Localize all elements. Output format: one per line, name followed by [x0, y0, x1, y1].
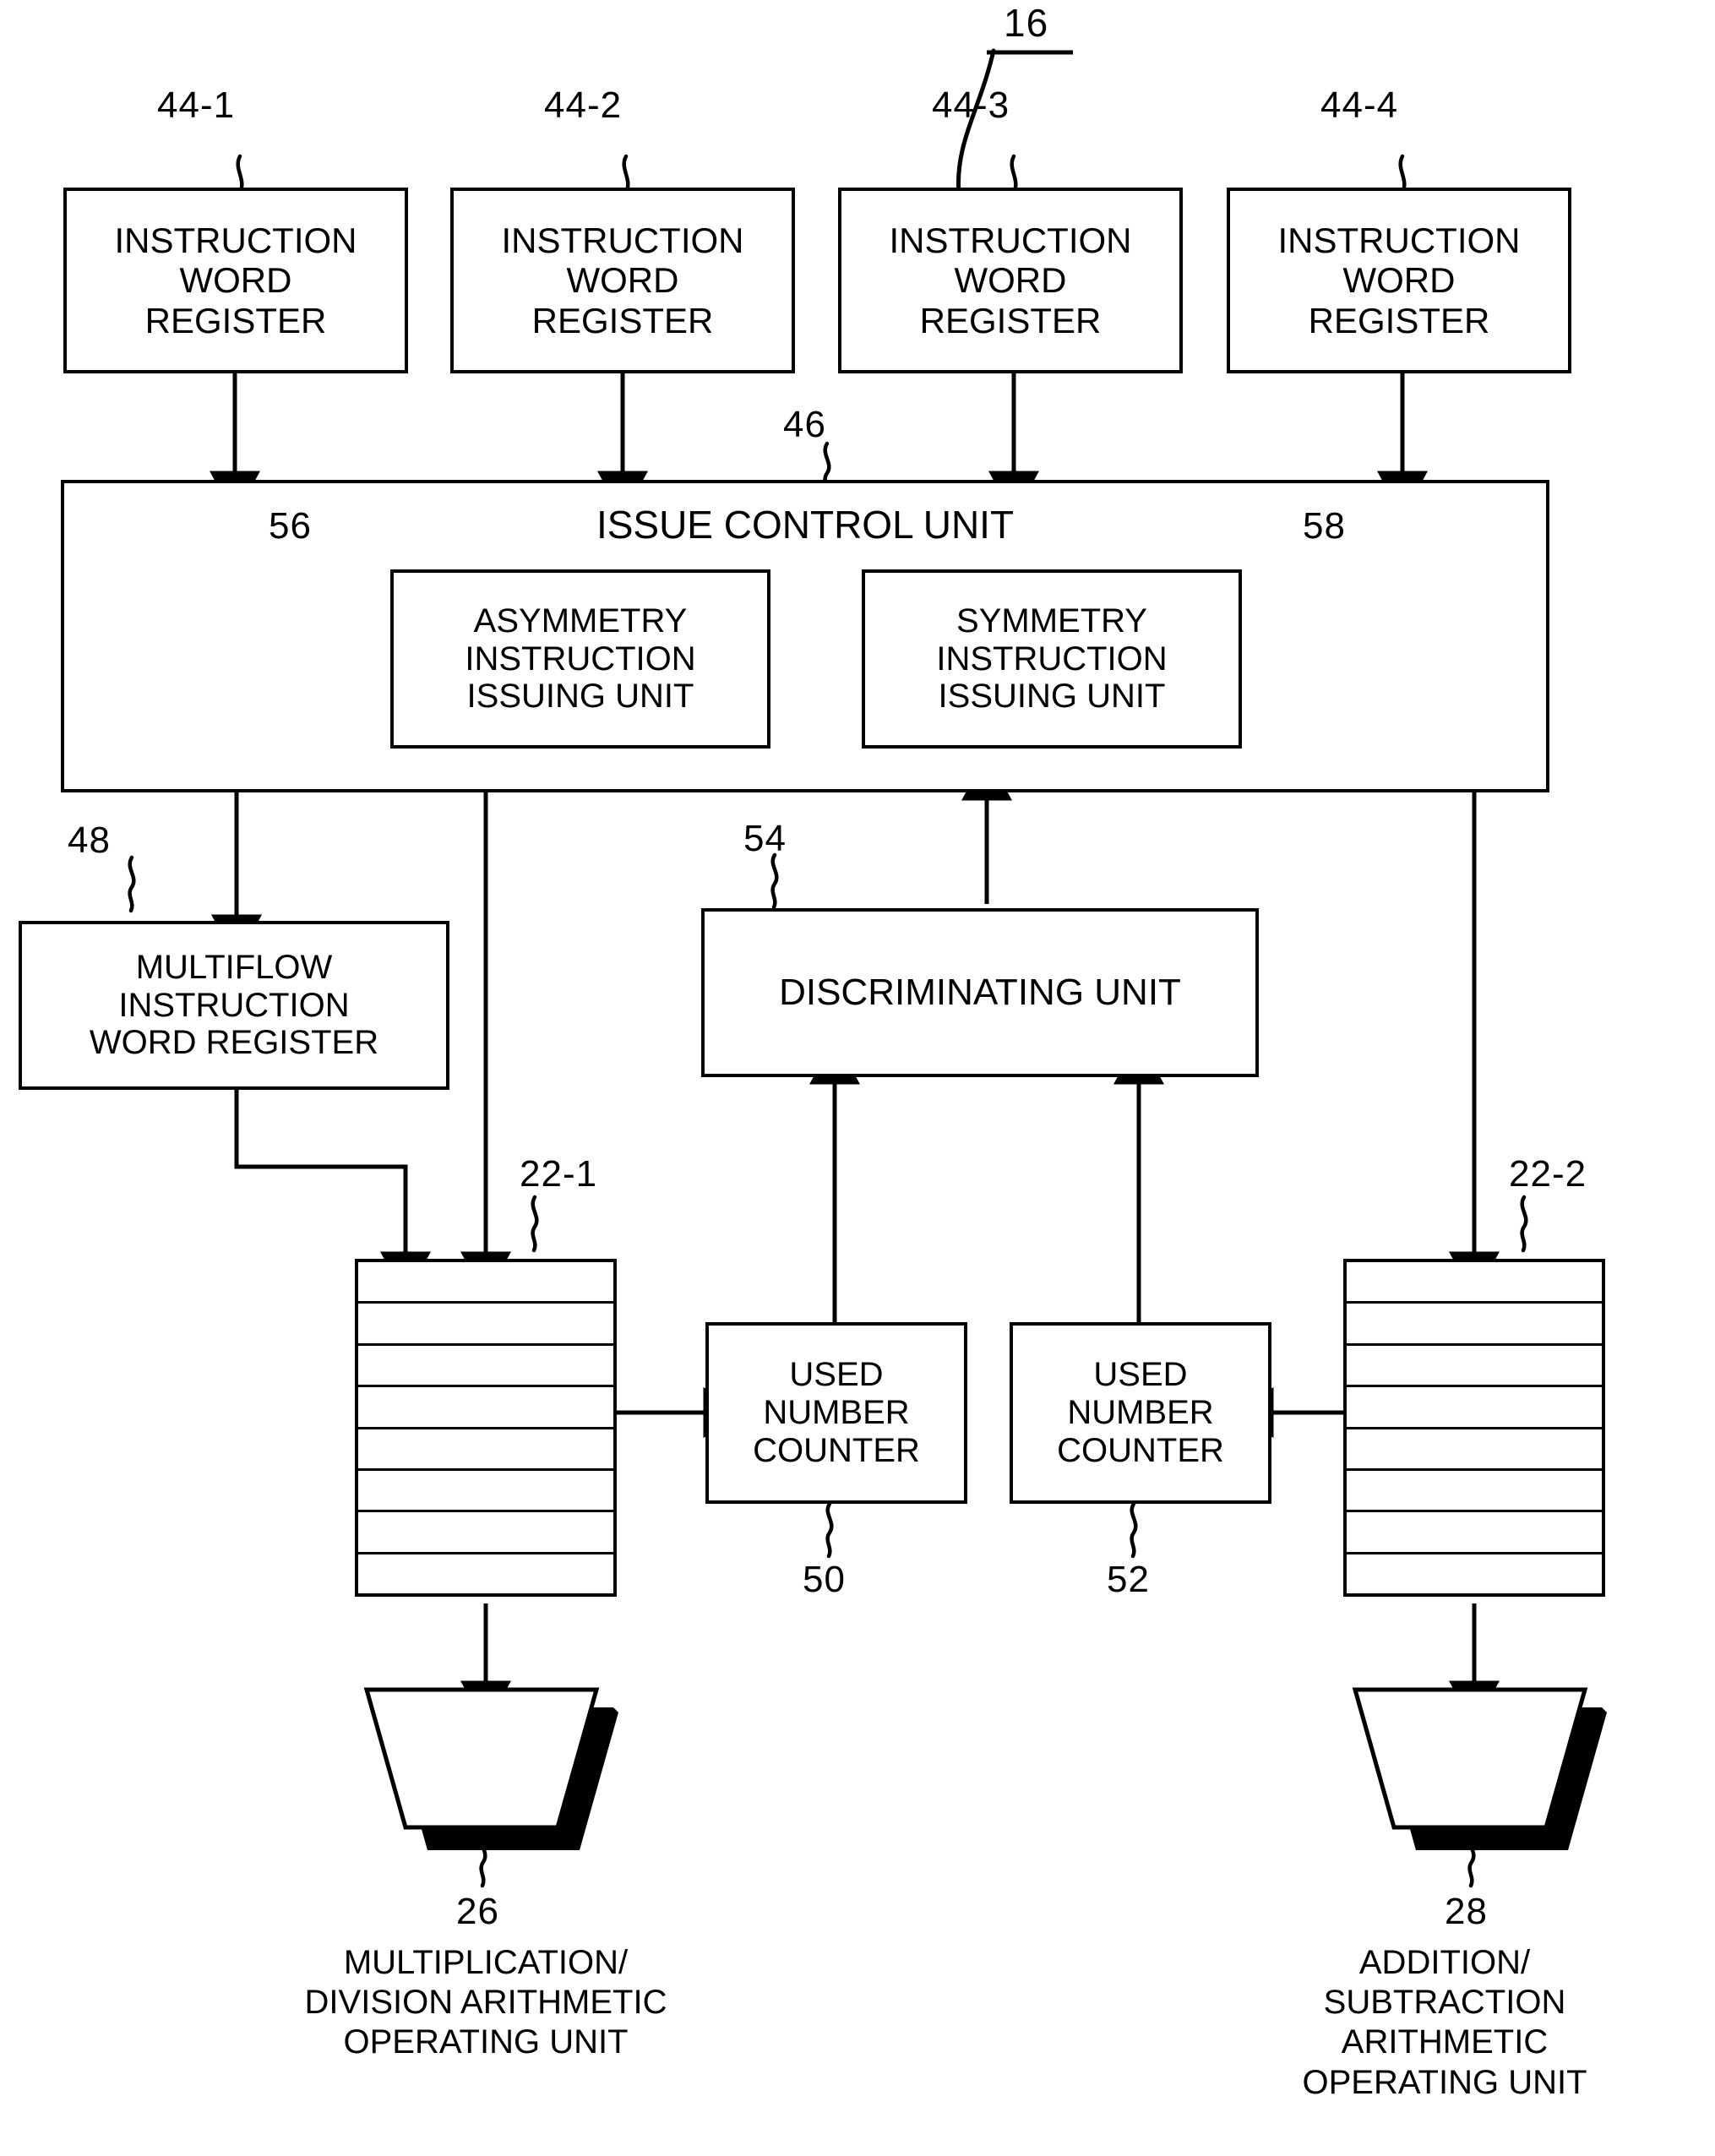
alu-26-caption-line-1: MULTIPLICATION/	[343, 1944, 629, 1981]
counter-52-line-2: NUMBER	[1067, 1394, 1214, 1432]
stack-row	[358, 1345, 613, 1388]
stack-row	[358, 1554, 613, 1593]
iwr-4-line-2: WORD	[1342, 260, 1456, 301]
ref-22-1: 22-1	[520, 1153, 598, 1195]
ref-54: 54	[743, 818, 787, 859]
stack-row	[358, 1387, 613, 1429]
ref-22-2: 22-2	[1509, 1153, 1587, 1195]
ref-44-3: 44-3	[932, 84, 1010, 126]
instruction-word-register-3: INSTRUCTION WORD REGISTER	[838, 188, 1188, 378]
used-number-counter-50: USED NUMBER COUNTER	[705, 1322, 972, 1509]
stack-row	[358, 1429, 613, 1471]
ref-44-4: 44-4	[1320, 84, 1399, 126]
ref-52: 52	[1107, 1559, 1150, 1600]
stack-row	[1347, 1429, 1602, 1471]
iwr-3-line-2: WORD	[954, 260, 1067, 301]
symmetry-unit-line-1: SYMMETRY	[956, 602, 1147, 640]
counter-50-line-1: USED	[789, 1356, 884, 1394]
asymmetry-unit-line-2: INSTRUCTION	[465, 640, 696, 678]
counter-50-line-3: COUNTER	[753, 1431, 920, 1469]
alu-28-caption-line-3: ARITHMETIC	[1341, 2023, 1549, 2061]
iwr-3-line-1: INSTRUCTION	[889, 220, 1132, 261]
asymmetry-unit-line-1: ASYMMETRY	[473, 602, 688, 640]
alu-add-sub-caption: ADDITION/ SUBTRACTION ARITHMETIC OPERATI…	[1183, 1943, 1707, 2103]
stack-row	[358, 1262, 613, 1304]
register-stack-22-1	[355, 1259, 622, 1602]
alu-add-sub-shape	[1352, 1687, 1607, 1850]
stack-row	[358, 1470, 613, 1513]
stack-row	[1347, 1554, 1602, 1593]
counter-52-line-3: COUNTER	[1057, 1431, 1224, 1469]
alu-mult-div-caption: MULTIPLICATION/ DIVISION ARITHMETIC OPER…	[173, 1943, 798, 2063]
stack-row	[1347, 1304, 1602, 1346]
discriminating-unit-title: DISCRIMINATING UNIT	[779, 972, 1181, 1014]
ref-50: 50	[803, 1559, 846, 1600]
symmetry-unit-line-2: INSTRUCTION	[936, 640, 1168, 678]
stack-row	[358, 1304, 613, 1346]
figure-ref-16: 16	[1004, 1, 1049, 45]
iwr-1-line-2: WORD	[179, 260, 292, 301]
stack-row	[1347, 1512, 1602, 1554]
stack-row	[1347, 1262, 1602, 1304]
ref-26: 26	[456, 1891, 499, 1932]
alu-mult-div-shape	[363, 1687, 618, 1850]
iwr-1-line-1: INSTRUCTION	[114, 220, 357, 261]
instruction-word-register-1: INSTRUCTION WORD REGISTER	[63, 188, 413, 378]
instruction-word-register-4: INSTRUCTION WORD REGISTER	[1227, 188, 1576, 378]
issue-control-unit-title: ISSUE CONTROL UNIT	[596, 503, 1015, 547]
alu-28-caption-line-1: ADDITION/	[1358, 1944, 1531, 1981]
iwr-4-line-3: REGISTER	[1308, 300, 1490, 340]
used-number-counter-52: USED NUMBER COUNTER	[1010, 1322, 1277, 1509]
asymmetry-unit-line-3: ISSUING UNIT	[466, 678, 694, 716]
alu-28-caption-line-2: SUBTRACTION	[1323, 1984, 1566, 2022]
iwr-4-line-1: INSTRUCTION	[1277, 220, 1521, 261]
symmetry-instruction-issuing-unit: SYMMETRY INSTRUCTION ISSUING UNIT	[862, 569, 1244, 751]
ref-46: 46	[783, 404, 826, 445]
asymmetry-instruction-issuing-unit: ASYMMETRY INSTRUCTION ISSUING UNIT	[390, 569, 773, 751]
symmetry-unit-line-3: ISSUING UNIT	[938, 678, 1166, 716]
iwr-2-line-2: WORD	[566, 260, 679, 301]
multiflow-line-3: WORD REGISTER	[89, 1024, 379, 1062]
ref-58: 58	[1303, 505, 1346, 547]
alu-26-caption-line-3: OPERATING UNIT	[343, 2023, 629, 2061]
counter-52-line-1: USED	[1093, 1356, 1188, 1394]
stack-row	[1347, 1345, 1602, 1388]
ref-28: 28	[1445, 1891, 1488, 1932]
stack-row	[1347, 1470, 1602, 1513]
iwr-3-line-3: REGISTER	[919, 300, 1102, 340]
stack-row	[1347, 1387, 1602, 1429]
ref-48: 48	[68, 819, 111, 861]
iwr-2-line-3: REGISTER	[531, 300, 714, 340]
ref-56: 56	[269, 505, 312, 547]
stack-row	[358, 1512, 613, 1554]
iwr-1-line-3: REGISTER	[144, 300, 327, 340]
instruction-word-register-2: INSTRUCTION WORD REGISTER	[450, 188, 800, 378]
ref-44-2: 44-2	[544, 84, 623, 126]
register-stack-22-2	[1343, 1259, 1610, 1602]
iwr-2-line-1: INSTRUCTION	[501, 220, 744, 261]
patent-figure: 16 44-1 INSTRUCTION WORD REGISTER 44-2 I…	[0, 0, 1715, 2156]
discriminating-unit: DISCRIMINATING UNIT	[701, 908, 1264, 1082]
multiflow-instruction-word-register: MULTIFLOW INSTRUCTION WORD REGISTER	[19, 921, 455, 1095]
multiflow-line-2: INSTRUCTION	[118, 986, 350, 1024]
alu-28-caption-line-4: OPERATING UNIT	[1302, 2063, 1587, 2101]
ref-44-1: 44-1	[157, 84, 236, 126]
alu-26-caption-line-2: DIVISION ARITHMETIC	[304, 1984, 667, 2022]
multiflow-line-1: MULTIFLOW	[135, 948, 333, 986]
counter-50-line-2: NUMBER	[763, 1394, 910, 1432]
